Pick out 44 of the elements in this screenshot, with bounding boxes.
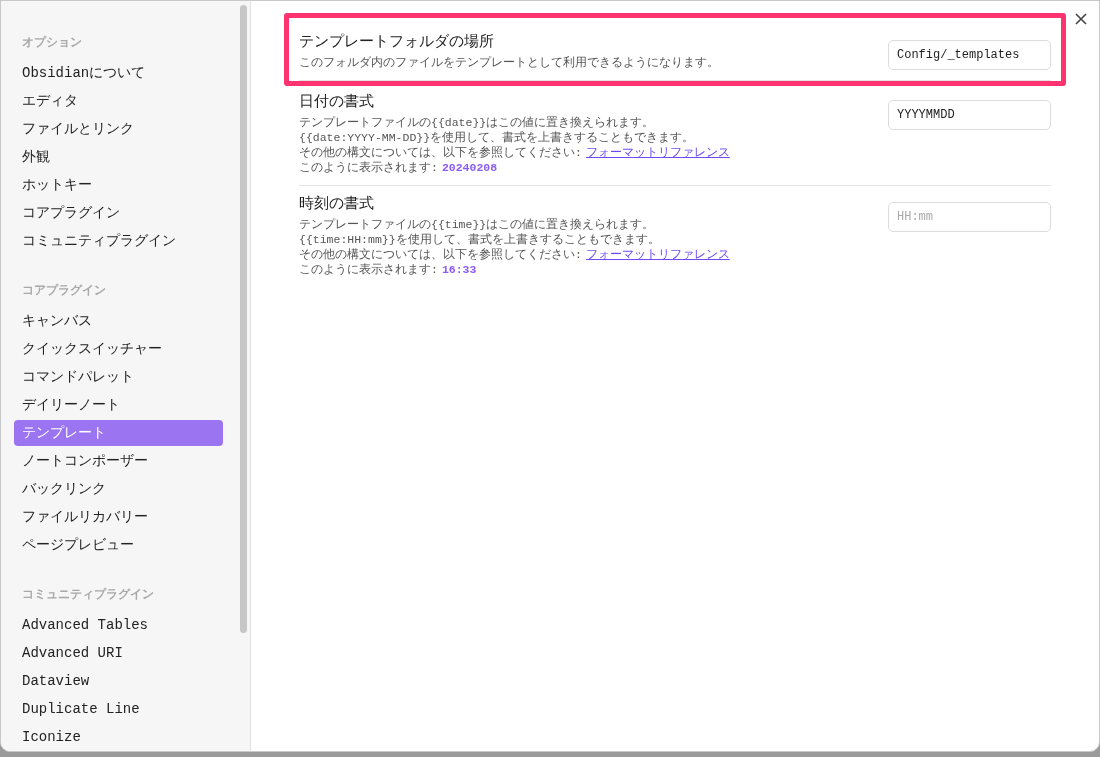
setting-title: 時刻の書式	[299, 194, 374, 215]
sidebar-item[interactable]: Duplicate Line	[14, 696, 223, 722]
format-reference-link[interactable]: フォーマットリファレンス	[585, 145, 730, 160]
text-field[interactable]: YYYYMMDD	[888, 100, 1051, 130]
scrollbar-thumb[interactable]	[239, 5, 247, 633]
section-heading: コアプラグイン	[21, 282, 107, 300]
sidebar-item[interactable]: ノートコンポーザー	[14, 448, 223, 474]
sidebar-item[interactable]: コミュニティプラグイン	[14, 228, 223, 254]
preview-label: このように表示されます:	[299, 262, 438, 277]
setting-description: {{date:YYYY-MM-DD}}を使用して、書式を上書きすることもできます。	[299, 130, 695, 145]
sidebar-item[interactable]: Obsidianについて	[14, 60, 223, 86]
sidebar-item[interactable]: ファイルとリンク	[14, 116, 223, 142]
sidebar-item[interactable]: コアプラグイン	[14, 200, 223, 226]
preview-value: 20240208	[441, 160, 498, 175]
setting-description: このフォルダ内のファイルをテンプレートとして利用できるようになります。	[299, 55, 719, 70]
reference-text: その他の構文については、以下を参照してください:	[299, 145, 582, 160]
sidebar-item[interactable]: Dataview	[14, 668, 223, 694]
setting-description: テンプレートファイルの{{time}}はこの値に置き換えられます。	[299, 217, 655, 232]
sidebar-item[interactable]: バックリンク	[14, 476, 223, 502]
sidebar-item[interactable]: ホットキー	[14, 172, 223, 198]
setting-title: 日付の書式	[299, 92, 374, 113]
text-field[interactable]: Config/_templates	[888, 40, 1051, 70]
sidebar-item[interactable]: ファイルリカバリー	[14, 504, 223, 530]
setting-title: テンプレートフォルダの場所	[299, 32, 494, 53]
close-icon	[1074, 12, 1088, 26]
setting-description: テンプレートファイルの{{date}}はこの値に置き換えられます。	[299, 115, 655, 130]
sidebar-item[interactable]: エディタ	[14, 88, 223, 114]
sidebar-item[interactable]: 外観	[14, 144, 223, 170]
sidebar-item[interactable]: Iconize	[14, 724, 223, 750]
section-heading: オプション	[21, 34, 83, 52]
sidebar-item[interactable]: ページプレビュー	[14, 532, 223, 558]
preview-label: このように表示されます:	[299, 160, 438, 175]
section-heading: コミュニティプラグイン	[21, 586, 155, 604]
sidebar-item[interactable]: クイックスイッチャー	[14, 336, 223, 362]
preview-value: 16:33	[441, 262, 477, 277]
sidebar-item[interactable]: キャンバス	[14, 308, 223, 334]
setting-description: {{time:HH:mm}}を使用して、書式を上書きすることもできます。	[299, 232, 660, 247]
format-reference-link[interactable]: フォーマットリファレンス	[585, 247, 730, 262]
sidebar-item[interactable]: Advanced URI	[14, 640, 223, 666]
reference-text: その他の構文については、以下を参照してください:	[299, 247, 582, 262]
sidebar-item[interactable]: Advanced Tables	[14, 612, 223, 638]
text-field[interactable]: HH:mm	[888, 202, 1051, 232]
sidebar-item[interactable]: デイリーノート	[14, 392, 223, 418]
sidebar-item[interactable]: コマンドパレット	[14, 364, 223, 390]
